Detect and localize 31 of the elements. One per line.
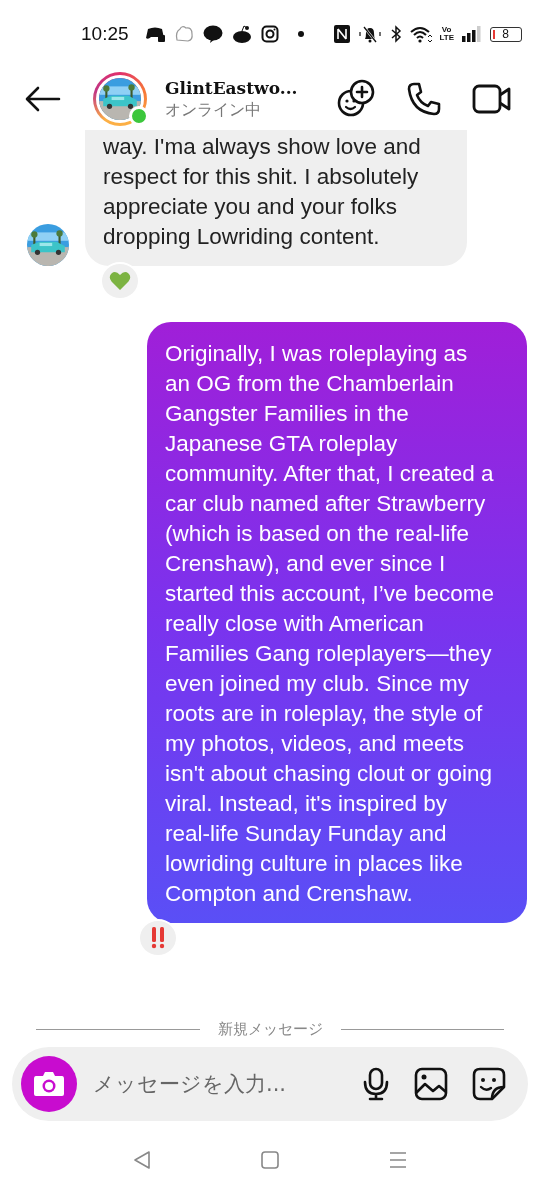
heart-icon xyxy=(109,271,131,291)
network-label: Vo LTE xyxy=(439,26,454,42)
back-triangle-icon[interactable] xyxy=(132,1150,152,1170)
video-camera-icon[interactable] xyxy=(472,83,512,115)
camera-icon xyxy=(33,1071,65,1097)
battery-indicator: 8 xyxy=(489,26,522,42)
dot-icon xyxy=(297,31,304,37)
camera-icon xyxy=(260,25,279,43)
phone-icon[interactable] xyxy=(406,81,442,117)
avatar-ring[interactable] xyxy=(93,72,147,126)
contact-name[interactable]: GlintEastwo... xyxy=(165,77,298,98)
muted-bell-icon xyxy=(357,25,382,43)
status-text: オンライン中 xyxy=(165,99,262,120)
message-bubble: way. I'ma always show love and respect for this shit. I absolutely appreciate you and your folks dropping Lowriding content. xyxy=(85,130,467,266)
wifi-icon xyxy=(409,25,432,43)
camera-button[interactable] xyxy=(21,1056,77,1112)
chat-bubble-icon xyxy=(202,25,223,43)
image-icon[interactable] xyxy=(414,1067,448,1101)
new-messages-label: 新規メッセージ xyxy=(217,1019,323,1039)
effects-icon[interactable] xyxy=(336,79,376,119)
back-arrow-icon[interactable] xyxy=(25,86,61,112)
message-bubble: Originally, I was roleplaying as an OG from the Chamberlain Gangster Families in the Japanese GTA roleplay community. After that, I created a car club named after Strawberry (which is based on the real-life Crenshaw), and ever since I started this account, I’ve become really close with American Families Gang roleplayers—they even joined my club. Since my roots are in roleplay, the style of my photos, videos, and meets isn't about chasing clout or going viral. Instead, it's inspired by real-life Sunday Funday and lowriding culture in places like Compton and Crenshaw. xyxy=(147,322,527,923)
sticker-icon[interactable] xyxy=(472,1067,506,1101)
clock-time: 10:25 xyxy=(81,23,129,45)
home-square-icon[interactable] xyxy=(260,1150,280,1170)
bluetooth-icon xyxy=(389,25,402,43)
nfc-icon xyxy=(333,25,350,43)
double-exclamation-icon xyxy=(150,927,166,949)
message-input[interactable]: メッセージを入力... xyxy=(91,1071,338,1097)
microphone-icon[interactable] xyxy=(362,1067,390,1101)
signal-icon xyxy=(461,26,482,42)
